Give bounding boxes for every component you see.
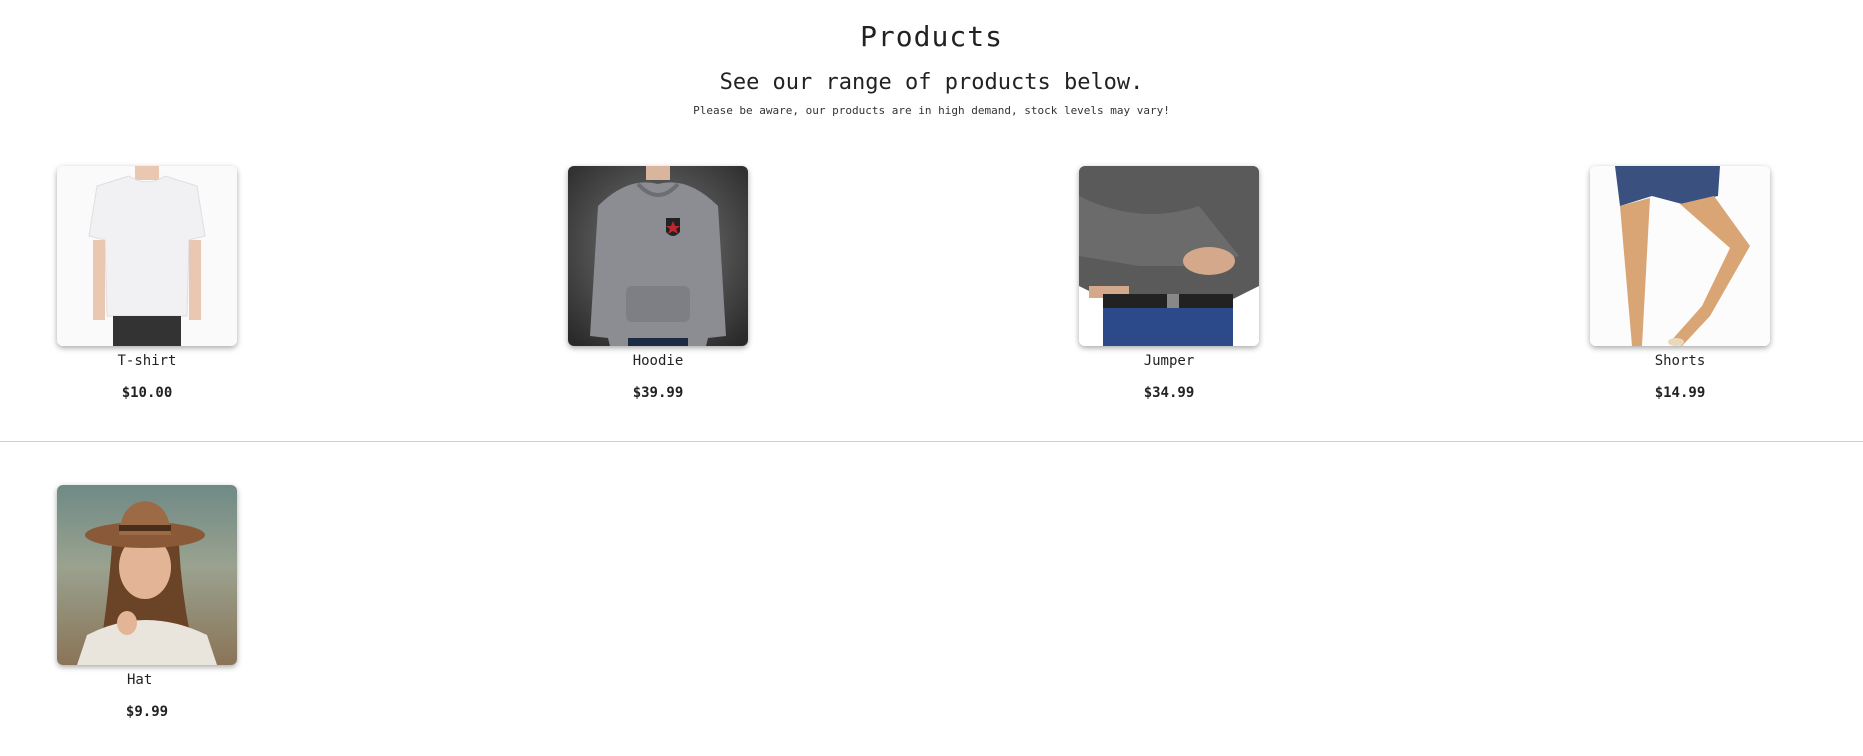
product-price: $39.99: [632, 385, 684, 401]
page-title: Products: [860, 20, 1003, 53]
products-page: Products See our range of products below…: [0, 0, 1863, 756]
product-name[interactable]: Hat: [57, 671, 237, 689]
product-name[interactable]: T-shirt: [57, 352, 237, 370]
product-name[interactable]: Jumper: [1079, 352, 1259, 370]
product-name[interactable]: Shorts: [1590, 352, 1770, 370]
product-price: $9.99: [125, 704, 169, 720]
hoodie-image[interactable]: [568, 166, 748, 346]
page-subtitle: See our range of products below.: [719, 70, 1144, 95]
product-price: $10.00: [121, 385, 173, 401]
product-card-hoodie[interactable]: Hoodie $39.99: [568, 166, 748, 402]
product-price: $34.99: [1143, 385, 1195, 401]
product-card-jumper[interactable]: Jumper $34.99: [1079, 166, 1259, 402]
product-name[interactable]: Hoodie: [568, 352, 748, 370]
hat-image[interactable]: [57, 485, 237, 665]
product-card-shorts[interactable]: Shorts $14.99: [1590, 166, 1770, 402]
product-price: $14.99: [1654, 385, 1706, 401]
row-divider: [0, 441, 1863, 442]
t-shirt-image[interactable]: [57, 166, 237, 346]
stock-notice: Please be aware, our products are in hig…: [693, 104, 1170, 117]
product-card-t-shirt[interactable]: T-shirt $10.00: [57, 166, 237, 402]
product-card-hat[interactable]: Hat $9.99: [57, 485, 237, 721]
shorts-image[interactable]: [1590, 166, 1770, 346]
jumper-image[interactable]: [1079, 166, 1259, 346]
